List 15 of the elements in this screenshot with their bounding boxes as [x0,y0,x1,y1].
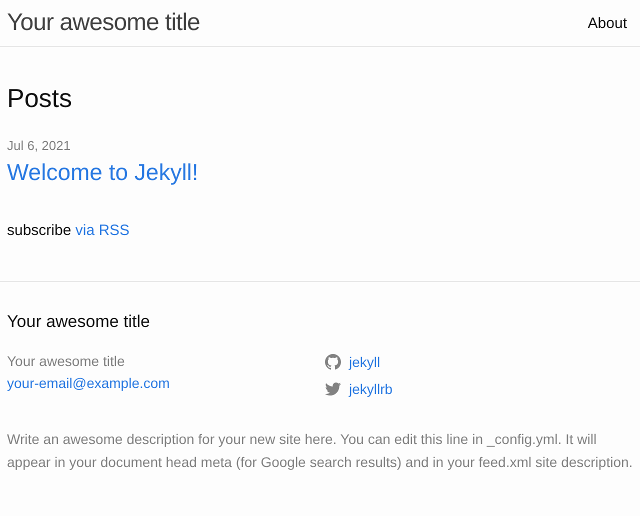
contact-name: Your awesome title [7,352,126,371]
rss-link[interactable]: via RSS [75,222,130,239]
social-link[interactable]: jekyll [349,354,380,370]
footer-heading: Your awesome title [7,312,152,332]
site-title[interactable]: Your awesome title [7,9,200,37]
nav-link[interactable]: About [588,14,627,32]
site-description: Write an awesome description for your new site here. You can edit this line in _config.yml. It will appear in your document head meta (for Google search results) and in your feed.xml site description. [7,430,633,472]
page-heading: Posts [7,83,74,114]
post-date: Jul 6, 2021 [7,138,72,153]
bird-icon [325,381,341,397]
post-link[interactable]: Welcome to Jekyll! [7,159,633,186]
social-link[interactable]: jekyllrb [349,381,393,397]
cat-icon [325,354,341,370]
email-link[interactable]: your-email@example.com [7,372,325,394]
subscribe-text: subscribe [7,222,72,239]
